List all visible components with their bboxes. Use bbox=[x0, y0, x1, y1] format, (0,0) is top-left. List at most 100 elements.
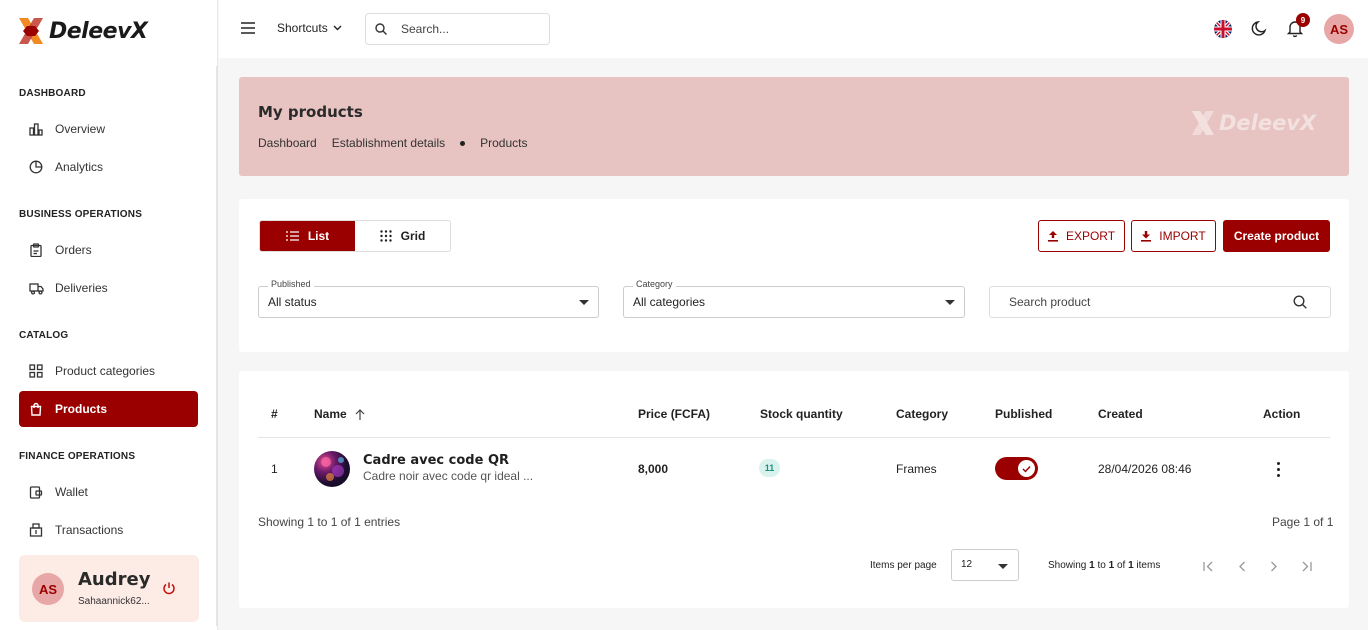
brand-logo[interactable]: DeleevX bbox=[18, 17, 148, 45]
col-header-name[interactable]: Name bbox=[314, 407, 365, 421]
product-created: 28/04/2026 08:46 bbox=[1098, 462, 1192, 476]
items-range-suffix: items bbox=[1136, 560, 1161, 571]
items-per-page-select[interactable]: 12 bbox=[951, 549, 1019, 581]
page-summary: Page 1 of 1 bbox=[1272, 515, 1334, 529]
view-toggle: List Grid bbox=[259, 220, 451, 252]
items-range: Showing 1 to 1 of 1 items bbox=[1048, 560, 1160, 571]
search-icon[interactable] bbox=[1293, 295, 1307, 312]
grid-icon bbox=[28, 363, 44, 379]
category-filter-value: All categories bbox=[633, 295, 706, 309]
breadcrumb-establishment-details[interactable]: Establishment details bbox=[332, 136, 445, 150]
product-thumbnail[interactable] bbox=[314, 451, 350, 487]
shortcuts-dropdown[interactable]: Shortcuts bbox=[277, 21, 342, 35]
col-header-index: # bbox=[271, 407, 278, 421]
product-name[interactable]: Cadre avec code QR bbox=[363, 453, 509, 468]
import-button[interactable]: IMPORT bbox=[1131, 220, 1216, 252]
sort-arrow-up-icon bbox=[355, 408, 365, 420]
wallet-icon bbox=[28, 484, 44, 500]
clipboard-icon bbox=[28, 242, 44, 258]
sidebar-section-dashboard: DASHBOARD bbox=[19, 88, 86, 99]
items-range-prefix: Showing bbox=[1048, 560, 1087, 571]
sidebar-item-label: Product categories bbox=[55, 364, 156, 378]
download-icon bbox=[1141, 230, 1152, 242]
sidebar: DeleevX DASHBOARD Overview Analytics BUS… bbox=[0, 0, 218, 630]
view-grid-button[interactable]: Grid bbox=[355, 221, 450, 251]
product-description: Cadre noir avec code qr ideal ... bbox=[363, 469, 534, 483]
chevron-down-icon bbox=[333, 25, 342, 31]
caret-down-icon bbox=[998, 564, 1008, 569]
power-icon[interactable] bbox=[162, 581, 176, 598]
sidebar-item-label: Wallet bbox=[55, 485, 88, 499]
uk-flag-icon[interactable] bbox=[1214, 20, 1232, 38]
published-toggle[interactable] bbox=[995, 457, 1038, 480]
col-header-created[interactable]: Created bbox=[1098, 407, 1143, 421]
sidebar-item-label: Overview bbox=[55, 122, 106, 136]
bar-chart-icon bbox=[28, 121, 44, 137]
sidebar-item-label: Analytics bbox=[55, 160, 104, 174]
export-button[interactable]: EXPORT bbox=[1038, 220, 1125, 252]
shortcuts-label: Shortcuts bbox=[277, 21, 328, 35]
entries-summary: Showing 1 to 1 of 1 entries bbox=[258, 515, 401, 529]
more-actions-icon[interactable] bbox=[1277, 462, 1281, 477]
sidebar-item-product-categories[interactable]: Product categories bbox=[19, 353, 198, 389]
category-filter[interactable]: Category All categories bbox=[623, 279, 965, 318]
items-range-to-word: to bbox=[1097, 560, 1106, 571]
breadcrumb: Dashboard Establishment details Products bbox=[258, 136, 527, 150]
col-header-name-label: Name bbox=[314, 407, 347, 421]
create-product-button[interactable]: Create product bbox=[1223, 220, 1330, 252]
col-header-price[interactable]: Price (FCFA) bbox=[638, 407, 710, 421]
sidebar-scrollbar[interactable] bbox=[216, 66, 218, 626]
col-header-action: Action bbox=[1263, 407, 1301, 421]
breadcrumb-separator-icon bbox=[460, 140, 466, 146]
user-handle: Sahaannick62... bbox=[78, 596, 150, 607]
upload-icon bbox=[1047, 230, 1058, 242]
view-list-button[interactable]: List bbox=[260, 221, 355, 251]
sidebar-item-label: Products bbox=[55, 402, 108, 416]
sidebar-item-analytics[interactable]: Analytics bbox=[19, 149, 198, 185]
sidebar-item-label: Deliveries bbox=[55, 281, 108, 295]
sidebar-item-wallet[interactable]: Wallet bbox=[19, 474, 198, 510]
deleevx-watermark-icon bbox=[1191, 111, 1215, 135]
stock-badge: 11 bbox=[759, 459, 780, 477]
row-index: 1 bbox=[271, 462, 278, 476]
search-icon bbox=[375, 23, 387, 35]
truck-icon bbox=[28, 280, 44, 296]
col-header-stock[interactable]: Stock quantity bbox=[760, 407, 843, 421]
first-page-icon[interactable] bbox=[1201, 558, 1217, 574]
header-avatar[interactable]: AS bbox=[1324, 14, 1354, 44]
check-icon bbox=[1018, 460, 1035, 477]
view-list-label: List bbox=[307, 229, 330, 243]
pie-chart-icon bbox=[28, 159, 44, 175]
sidebar-item-orders[interactable]: Orders bbox=[19, 232, 198, 268]
next-page-icon[interactable] bbox=[1266, 558, 1282, 574]
user-avatar[interactable]: AS bbox=[32, 573, 64, 605]
col-header-published[interactable]: Published bbox=[995, 407, 1052, 421]
watermark-logo: DeleevX bbox=[1191, 110, 1316, 136]
product-search-input[interactable] bbox=[1009, 295, 1279, 309]
items-range-from: 1 bbox=[1089, 560, 1095, 571]
sidebar-section-catalog: CATALOG bbox=[19, 330, 69, 341]
sidebar-item-products[interactable]: Products bbox=[19, 391, 198, 427]
breadcrumb-dashboard[interactable]: Dashboard bbox=[258, 136, 317, 150]
menu-icon[interactable] bbox=[241, 22, 255, 37]
sidebar-item-deliveries[interactable]: Deliveries bbox=[19, 270, 198, 306]
filters-card: List Grid EXPORT IMPORT Create product P… bbox=[239, 199, 1349, 352]
moon-icon[interactable] bbox=[1251, 20, 1268, 40]
product-price: 8,000 bbox=[638, 462, 669, 476]
export-label: EXPORT bbox=[1065, 229, 1116, 243]
previous-page-icon[interactable] bbox=[1234, 558, 1250, 574]
last-page-icon[interactable] bbox=[1298, 558, 1314, 574]
col-header-category[interactable]: Category bbox=[896, 407, 948, 421]
products-table-card: # Name Price (FCFA) Stock quantity Categ… bbox=[239, 371, 1349, 608]
category-filter-label: Category bbox=[633, 279, 676, 289]
breadcrumb-products: Products bbox=[480, 136, 528, 150]
page-title: My products bbox=[258, 103, 363, 121]
sidebar-section-finance-operations: FINANCE OPERATIONS bbox=[19, 451, 136, 462]
global-search-input[interactable] bbox=[401, 22, 531, 36]
brand-name: DeleevX bbox=[49, 18, 148, 44]
sidebar-item-transactions[interactable]: Transactions bbox=[19, 512, 198, 548]
published-filter[interactable]: Published All status bbox=[258, 279, 599, 318]
transactions-icon bbox=[28, 522, 44, 538]
user-profile-card: AS Audrey Sahaannick62... bbox=[19, 555, 199, 622]
sidebar-item-overview[interactable]: Overview bbox=[19, 111, 198, 147]
